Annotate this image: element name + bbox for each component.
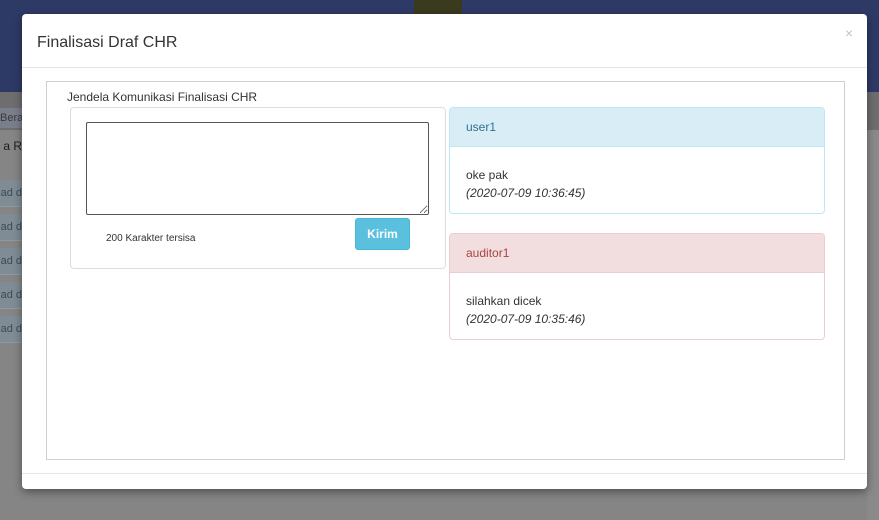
message-sender: auditor1 <box>450 234 824 273</box>
message-timestamp: (2020-07-09 10:35:46) <box>466 312 586 326</box>
message-body: silahkan dicek (2020-07-09 10:35:46) <box>450 273 824 328</box>
background-side-button: ad d <box>0 180 22 207</box>
message-textarea[interactable] <box>86 122 429 215</box>
background-side-label: a R <box>3 139 22 153</box>
message-panel: auditor1 silahkan dicek (2020-07-09 10:3… <box>449 233 825 340</box>
modal-title: Finalisasi Draf CHR <box>37 34 178 51</box>
finalization-modal: Finalisasi Draf CHR × Jendela Komunikasi… <box>22 14 867 489</box>
modal-footer <box>22 473 867 490</box>
background-right-edge <box>867 130 879 520</box>
message-sender: user1 <box>450 108 824 147</box>
background-side-button: ad d <box>0 282 22 309</box>
background-logo <box>414 0 462 14</box>
compose-panel: 200 Karakter tersisa Kirim <box>70 107 446 269</box>
send-button[interactable]: Kirim <box>355 218 410 250</box>
background-side-button: ad d <box>0 214 22 241</box>
char-remaining-text: 200 Karakter tersisa <box>106 233 196 244</box>
message-timestamp: (2020-07-09 10:36:45) <box>466 186 586 200</box>
message-text: oke pak <box>466 168 509 182</box>
background-nav-item: Beran <box>0 108 22 128</box>
section-label: Jendela Komunikasi Finalisasi CHR <box>67 90 258 104</box>
background-side-button: ad d <box>0 248 22 275</box>
message-text: silahkan dicek <box>466 294 542 308</box>
communication-window: Jendela Komunikasi Finalisasi CHR 200 Ka… <box>46 81 845 460</box>
message-panel: user1 oke pak (2020-07-09 10:36:45) <box>449 107 825 214</box>
modal-header: Finalisasi Draf CHR × <box>22 14 867 68</box>
close-icon[interactable]: × <box>845 25 853 41</box>
background-side-button: ad d <box>0 316 22 343</box>
message-body: oke pak (2020-07-09 10:36:45) <box>450 147 824 202</box>
